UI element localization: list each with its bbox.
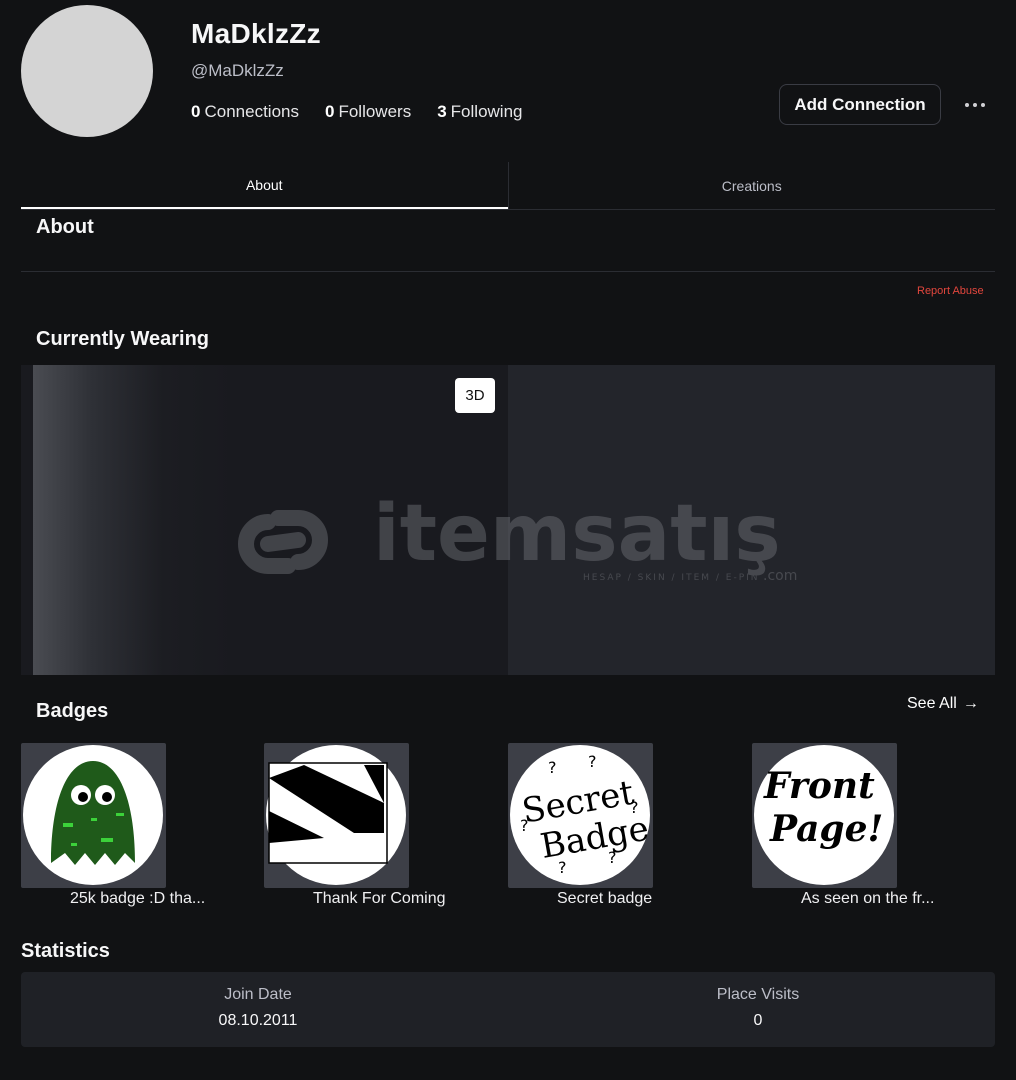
view-3d-button[interactable]: 3D xyxy=(455,378,495,413)
watermark-suffix: .com xyxy=(763,568,797,584)
followers-count: 0 xyxy=(324,102,335,121)
username: @MaDklzZz xyxy=(191,61,284,80)
followers-link[interactable]: 0 Followers xyxy=(325,102,411,122)
svg-text:?: ? xyxy=(588,752,597,771)
place-visits-label: Place Visits xyxy=(716,986,800,1003)
watermark-tagline: HESAP / SKIN / ITEM / E-PIN xyxy=(583,573,760,583)
connections-link[interactable]: 0 Connections xyxy=(191,102,299,122)
watermark-brand: itemsatış xyxy=(373,492,781,579)
place-visits-value: 0 xyxy=(753,1012,763,1029)
see-all-link[interactable]: See All → xyxy=(907,695,979,713)
profile-tabs: About Creations xyxy=(21,162,995,210)
badge-item[interactable] xyxy=(264,743,409,888)
connections-count: 0 xyxy=(191,102,201,121)
ghost-badge-icon xyxy=(23,745,163,885)
secret-badge-icon: Secret Badge ??? ??? xyxy=(510,745,652,885)
display-name: MaDklzZz xyxy=(191,18,321,49)
badge-item[interactable]: Front Page! xyxy=(752,743,897,888)
badge-label[interactable]: As seen on the fr... xyxy=(801,890,934,908)
svg-text:?: ? xyxy=(608,848,617,867)
svg-text:Page!: Page! xyxy=(769,808,883,850)
tab-about[interactable]: About xyxy=(21,162,508,209)
badge-label[interactable]: Secret badge xyxy=(557,890,652,908)
badge-label[interactable]: 25k badge :D tha... xyxy=(70,890,205,908)
connections-label: Connections xyxy=(204,102,299,121)
badges-heading: Badges xyxy=(36,700,109,722)
svg-text:?: ? xyxy=(558,858,567,877)
add-connection-button[interactable]: Add Connection xyxy=(779,84,941,125)
join-date-label: Join Date xyxy=(224,986,292,1003)
followers-label: Followers xyxy=(338,102,412,121)
badge-item[interactable] xyxy=(21,743,166,888)
badge-item[interactable]: Secret Badge ??? ??? xyxy=(508,743,653,888)
see-all-label: See All xyxy=(907,695,957,712)
place-visits-stat: Place Visits 0 xyxy=(658,986,858,1030)
svg-text:?: ? xyxy=(520,816,529,835)
statistics-heading: Statistics xyxy=(21,940,110,962)
report-abuse-link[interactable]: Report Abuse xyxy=(917,285,984,297)
join-date-value: 08.10.2011 xyxy=(218,1012,298,1029)
social-stats: 0 Connections 0 Followers 3 Following xyxy=(191,102,522,122)
badge-label[interactable]: Thank For Coming xyxy=(313,890,446,908)
about-heading: About xyxy=(36,216,94,238)
following-link[interactable]: 3 Following xyxy=(437,102,522,122)
join-date-stat: Join Date 08.10.2011 xyxy=(158,986,358,1030)
following-label: Following xyxy=(450,102,523,121)
following-count: 3 xyxy=(437,102,447,121)
more-options-icon[interactable] xyxy=(960,92,990,118)
arrow-right-icon: → xyxy=(962,695,979,712)
svg-text:Front: Front xyxy=(763,765,875,807)
front-page-badge-icon: Front Page! xyxy=(754,745,894,885)
tab-creations[interactable]: Creations xyxy=(507,162,996,209)
svg-text:?: ? xyxy=(630,798,639,817)
flag-badge-icon xyxy=(266,745,406,885)
currently-wearing-heading: Currently Wearing xyxy=(36,328,209,350)
svg-text:?: ? xyxy=(548,758,557,777)
watermark-logo: itemsatış HESAP / SKIN / ITEM / E-PIN .c… xyxy=(238,492,797,584)
divider xyxy=(21,271,995,272)
avatar[interactable] xyxy=(21,5,153,137)
